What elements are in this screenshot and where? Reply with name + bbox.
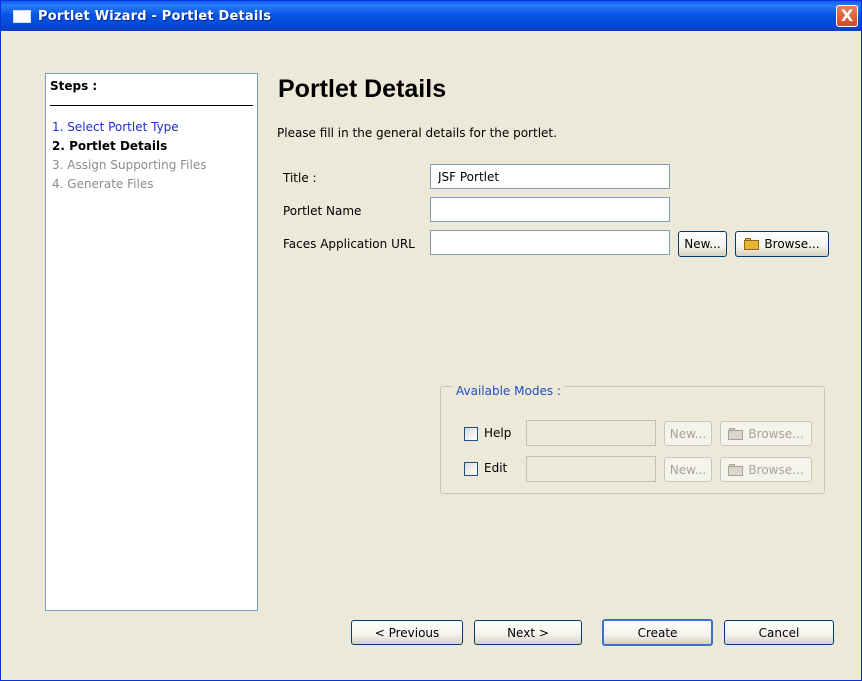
page-title: Portlet Details <box>278 75 447 103</box>
title-label: Title : <box>283 171 317 185</box>
next-button-label: Next > <box>507 625 549 640</box>
window-title: Portlet Wizard - Portlet Details <box>38 8 272 24</box>
cancel-button-label: Cancel <box>758 625 800 640</box>
edit-mode-new-label: New... <box>669 462 707 477</box>
available-modes-legend: Available Modes : <box>453 384 564 398</box>
previous-button[interactable]: < Previous <box>351 620 463 645</box>
faces-url-new-label: New... <box>684 237 721 251</box>
help-mode-new-button: New... <box>664 421 712 446</box>
edit-mode-checkbox[interactable] <box>464 462 478 476</box>
edit-mode-new-button: New... <box>664 457 712 482</box>
open-folder-icon <box>728 463 744 476</box>
step-select-portlet-type[interactable]: 1. Select Portlet Type <box>52 118 207 137</box>
faces-url-browse-label: Browse... <box>764 237 820 251</box>
steps-panel: Steps : 1. Select Portlet Type 2. Portle… <box>45 73 258 611</box>
previous-button-label: < Previous <box>374 625 440 640</box>
cancel-button[interactable]: Cancel <box>724 620 834 645</box>
steps-header: Steps : <box>50 79 98 93</box>
step-generate-files: 4. Generate Files <box>52 177 154 191</box>
title-input[interactable] <box>430 164 670 189</box>
title-bar[interactable]: Portlet Wizard - Portlet Details X <box>1 1 861 31</box>
edit-mode-browse-label: Browse... <box>748 462 804 477</box>
open-folder-icon <box>744 238 760 250</box>
help-mode-input <box>526 420 656 446</box>
faces-url-new-button[interactable]: New... <box>678 231 727 257</box>
close-button[interactable]: X <box>836 5 858 27</box>
open-folder-icon <box>728 427 744 440</box>
step-assign-supporting-files: 3. Assign Supporting Files <box>52 158 207 172</box>
help-mode-checkbox[interactable] <box>464 427 478 441</box>
help-mode-browse-button: Browse... <box>720 421 812 446</box>
help-mode-new-label: New... <box>669 426 707 441</box>
create-button-label: Create <box>637 625 678 640</box>
window-icon <box>13 9 31 23</box>
faces-url-browse-button[interactable]: Browse... <box>735 231 829 257</box>
portlet-name-label: Portlet Name <box>283 204 362 218</box>
faces-url-input[interactable] <box>430 230 670 255</box>
steps-list: 1. Select Portlet Type 2. Portlet Detail… <box>52 118 207 194</box>
edit-mode-label: Edit <box>484 461 508 475</box>
page-description: Please fill in the general details for t… <box>277 126 557 140</box>
edit-mode-input <box>526 456 656 482</box>
wizard-window: Portlet Wizard - Portlet Details X Steps… <box>0 0 862 681</box>
next-button[interactable]: Next > <box>474 620 582 645</box>
help-mode-browse-label: Browse... <box>748 426 804 441</box>
help-mode-label: Help <box>484 426 512 440</box>
create-button[interactable]: Create <box>602 619 713 646</box>
faces-url-label: Faces Application URL <box>283 237 415 251</box>
edit-mode-browse-button: Browse... <box>720 457 812 482</box>
step-portlet-details: 2. Portlet Details <box>52 139 168 153</box>
portlet-name-input[interactable] <box>430 197 670 222</box>
steps-divider <box>50 105 253 106</box>
